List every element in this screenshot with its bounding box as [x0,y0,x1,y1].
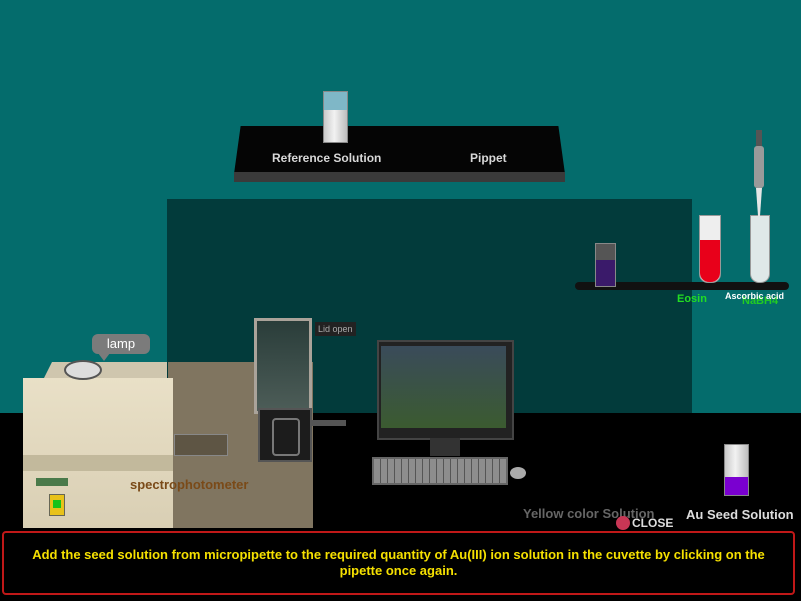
indicator-strip [36,478,68,486]
monitor-screen [381,346,506,428]
cuvette-slot [272,418,300,456]
keyboard [372,457,508,485]
cable [310,420,346,426]
purple-cuvette[interactable] [595,243,616,287]
instruction-text: Add the seed solution from micropipette … [32,547,765,578]
mouse [510,467,526,479]
power-switch[interactable] [49,494,65,516]
monitor-stand [430,438,460,456]
close-button[interactable]: CLOSE [616,516,673,530]
sample-holder[interactable] [258,408,312,462]
reagent-shelf [234,126,565,174]
ascorbic-acid-label: Ascorbic acid [725,291,785,301]
pipette-tip [756,188,762,216]
pipette-label[interactable]: Pippet [470,151,507,165]
au-seed-solution-label: Au Seed Solution [686,507,794,522]
eosin-tube[interactable] [699,215,721,283]
reagent-shelf-edge [234,172,565,182]
reference-solution-label: Reference Solution [272,151,382,165]
control-panel [174,434,228,456]
power-light [53,500,61,508]
reference-liquid [324,92,347,110]
pipette-barrel [754,146,764,188]
lamp-callout: lamp [92,334,150,361]
eosin-label: Eosin [677,293,707,305]
pipette-icon[interactable] [748,128,770,218]
lamp-icon[interactable] [64,360,102,380]
reference-cuvette[interactable] [323,91,348,143]
lid-open-label[interactable]: Lid open [315,322,356,336]
spectrophotometer-label: spectrophotometer [130,477,249,492]
pipette-plunger [756,130,762,148]
au-seed-liquid [725,477,748,495]
lid[interactable] [254,318,312,414]
spectrophotometer-stripe [23,455,173,471]
ascorbic-tube[interactable] [750,215,770,283]
close-label[interactable]: CLOSE [632,516,673,530]
au-seed-cuvette[interactable] [724,444,749,496]
instruction-box: Add the seed solution from micropipette … [2,531,795,595]
close-icon[interactable] [616,516,630,530]
purple-liquid [596,260,615,286]
spectrophotometer[interactable] [23,378,173,528]
eosin-liquid [700,240,720,282]
